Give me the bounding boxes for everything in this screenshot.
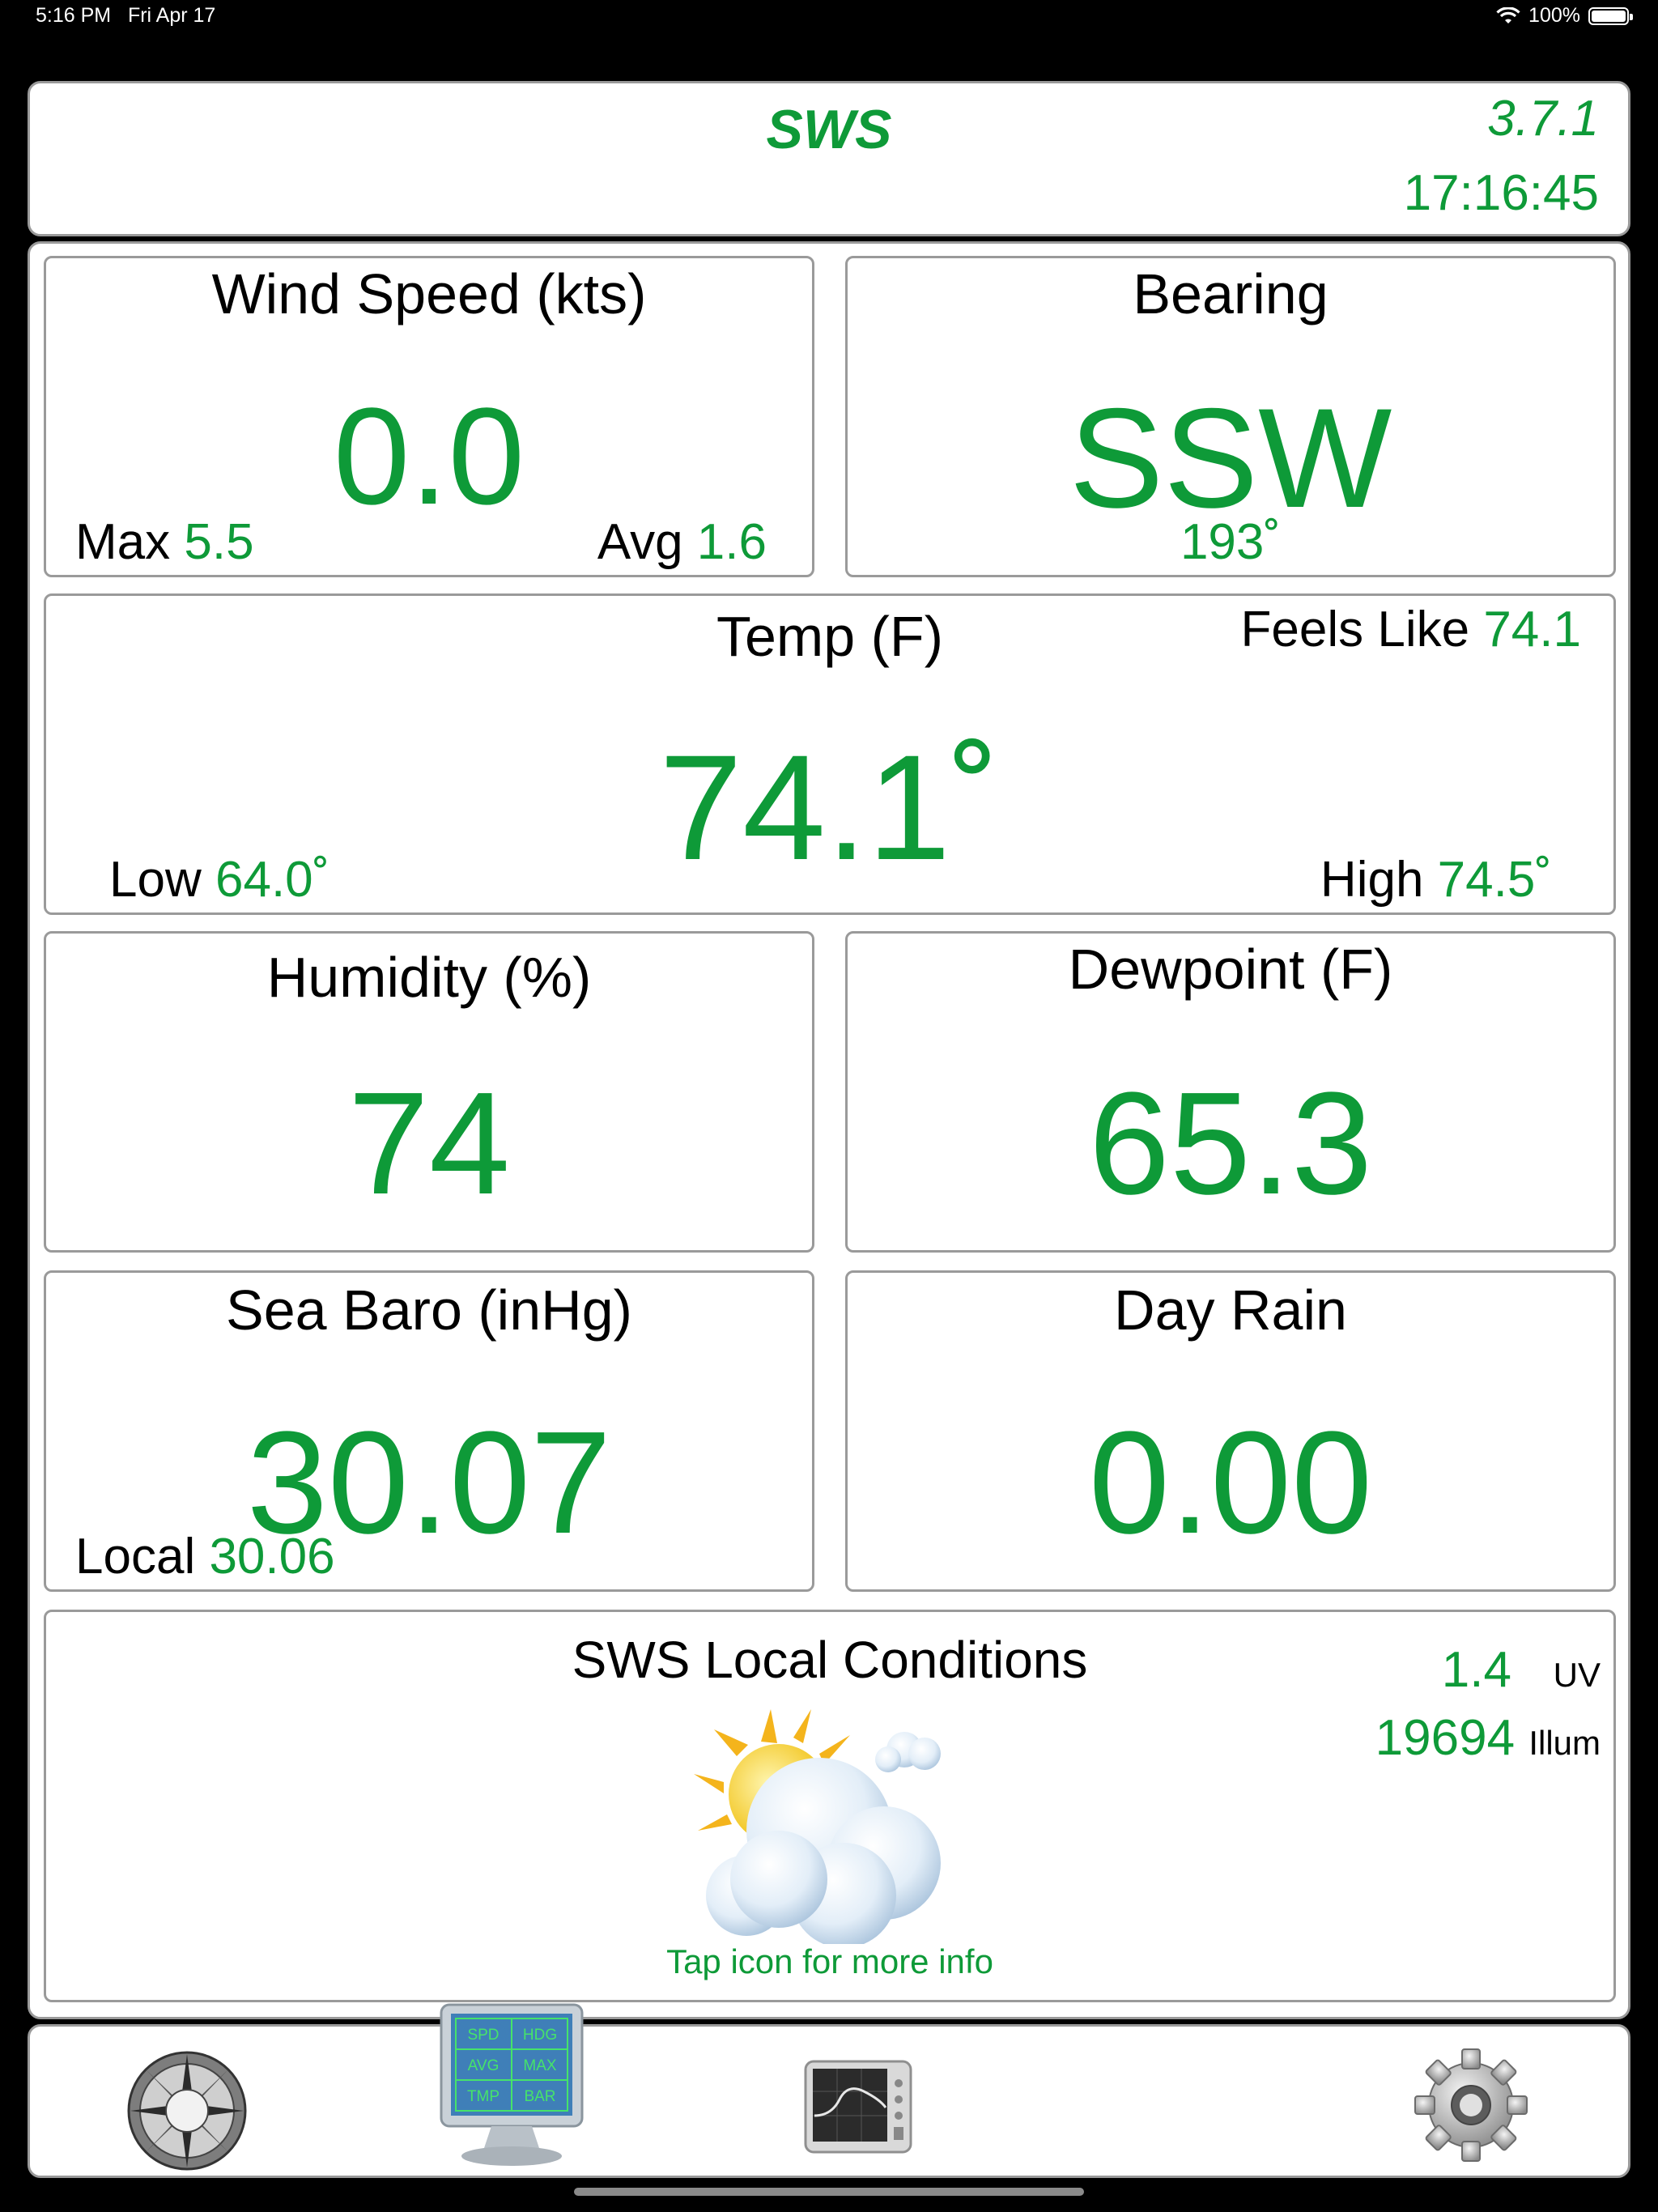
partly-cloudy-icon[interactable] xyxy=(690,1693,997,1944)
compass-rose-icon[interactable] xyxy=(125,2049,249,2172)
main-panel: Wind Speed (kts) 0.0 Max 5.5 Avg 1.6 Bea… xyxy=(28,241,1630,2019)
temp-high: High 74.5˚ xyxy=(1320,852,1552,908)
gear-icon[interactable] xyxy=(1410,2044,1532,2166)
wind-max: Max 5.5 xyxy=(75,514,254,570)
illum-reading: 19694 Illum xyxy=(1375,1710,1601,1766)
battery-percent: 100% xyxy=(1528,4,1580,27)
monitor-label: MAX xyxy=(523,2057,557,2074)
status-bar: 5:16 PM Fri Apr 17 100% xyxy=(0,0,1658,36)
bearing-value: SSW xyxy=(1069,380,1392,538)
baro-tile[interactable]: Sea Baro (inHg) 30.07 Local 30.06 xyxy=(44,1270,814,1592)
humidity-title: Humidity (%) xyxy=(266,946,592,1009)
humidity-value: 74 xyxy=(347,1062,511,1225)
tab-bar: SPD HDG AVG MAX TMP BAR xyxy=(28,2003,1630,2178)
dewpoint-title: Dewpoint (F) xyxy=(1068,938,1393,1001)
bearing-title: Bearing xyxy=(1133,262,1329,325)
rain-value: 0.00 xyxy=(1088,1402,1373,1564)
monitor-label: AVG xyxy=(468,2057,500,2074)
monitor-label: SPD xyxy=(467,2027,499,2044)
bearing-degrees: 193˚ xyxy=(1180,514,1282,570)
dewpoint-value: 65.3 xyxy=(1088,1062,1373,1225)
uv-reading: 1.4 UV xyxy=(1441,1642,1601,1698)
humidity-tile[interactable]: Humidity (%) 74 xyxy=(44,931,814,1253)
temp-low: Low 64.0˚ xyxy=(109,852,330,908)
wind-avg: Avg 1.6 xyxy=(597,514,767,570)
wind-speed-tile[interactable]: Wind Speed (kts) 0.0 Max 5.5 Avg 1.6 xyxy=(44,256,814,577)
rain-tile[interactable]: Day Rain 0.00 xyxy=(845,1270,1616,1592)
monitor-label: BAR xyxy=(524,2088,555,2105)
status-right: 100% xyxy=(1496,4,1633,28)
monitor-label: TMP xyxy=(467,2088,500,2105)
rain-title: Day Rain xyxy=(1114,1278,1347,1342)
home-indicator xyxy=(574,2188,1084,2196)
wind-speed-value: 0.0 xyxy=(333,380,525,534)
header-panel: SWS 3.7.1 17:16:45 xyxy=(28,81,1630,236)
tap-hint: Tap icon for more info xyxy=(666,1942,993,1980)
app-title: SWS xyxy=(766,99,892,160)
wind-speed-title: Wind Speed (kts) xyxy=(211,262,647,325)
temp-tile[interactable]: Temp (F) Feels Like 74.1 74.1˚ Low 64.0˚… xyxy=(44,593,1616,915)
wifi-icon xyxy=(1496,6,1520,23)
baro-title: Sea Baro (inHg) xyxy=(226,1278,632,1342)
graph-monitor-icon[interactable] xyxy=(803,2059,913,2155)
clock: 17:16:45 xyxy=(1403,165,1599,221)
conditions-title: SWS Local Conditions xyxy=(572,1631,1088,1689)
baro-local: Local 30.06 xyxy=(75,1529,335,1585)
conditions-tile: SWS Local Conditions 1.4 UV 19694 Illum xyxy=(44,1610,1616,2002)
feels-like: Feels Like 74.1 xyxy=(1240,602,1581,657)
monitor-label: HDG xyxy=(523,2027,557,2044)
status-time: 5:16 PM Fri Apr 17 xyxy=(36,4,216,27)
dewpoint-tile[interactable]: Dewpoint (F) 65.3 xyxy=(845,931,1616,1253)
data-monitor-icon[interactable]: SPD HDG AVG MAX TMP BAR xyxy=(435,2001,589,2171)
bearing-tile[interactable]: Bearing SSW 193˚ xyxy=(845,256,1616,577)
app-version: 3.7.1 xyxy=(1487,91,1599,147)
battery-icon xyxy=(1588,6,1633,25)
